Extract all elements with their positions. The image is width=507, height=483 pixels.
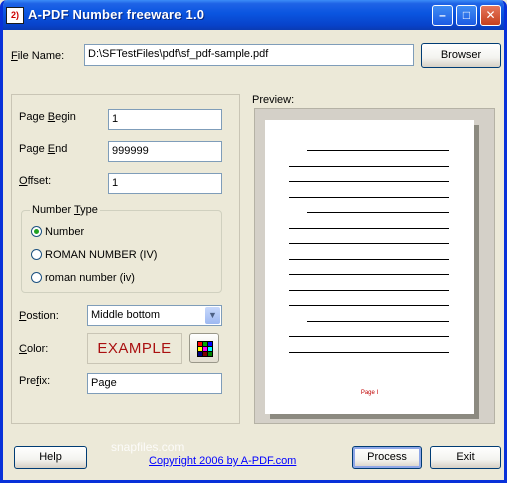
preview-text-line	[289, 196, 449, 198]
preview-page-number: Page I	[360, 390, 379, 396]
radio-roman-lower[interactable]	[31, 272, 42, 283]
page-end-label: Page End	[19, 143, 68, 155]
radio-number[interactable]	[31, 226, 42, 237]
preview-text-line	[289, 289, 449, 291]
color-example: EXAMPLE	[87, 333, 182, 364]
offset-label: Offset:	[19, 175, 52, 187]
preview-text-line	[289, 243, 449, 244]
preview-text-line	[289, 165, 449, 167]
window-title: A-PDF Number freeware 1.0	[28, 7, 205, 22]
palette-swatch	[203, 342, 207, 346]
palette-swatch	[208, 347, 212, 351]
file-name-input[interactable]: D:\SFTestFiles\pdf\sf_pdf-sample.pdf	[84, 44, 414, 66]
palette-swatch	[198, 347, 202, 351]
page-begin-label: Page Begin	[19, 111, 76, 123]
radio-roman-upper[interactable]	[31, 249, 42, 260]
chevron-down-icon[interactable]: ▼	[205, 307, 220, 324]
file-name-label: File Name:	[11, 50, 65, 62]
prefix-label: Prefix:	[19, 375, 51, 387]
preview-label: Preview:	[252, 94, 295, 106]
watermark-text: snapfiles.com	[111, 440, 185, 454]
offset-input[interactable]: 1	[108, 173, 222, 194]
minimize-button[interactable]: –	[432, 5, 453, 26]
preview-text-line	[289, 305, 449, 306]
palette-swatch	[203, 347, 207, 351]
palette-swatch	[208, 352, 212, 356]
app-window: 2) A-PDF Number freeware 1.0 – □ ✕ File …	[0, 0, 507, 483]
radio-number-label[interactable]: Number	[45, 226, 84, 238]
color-label: Color:	[19, 343, 49, 355]
preview-text-line	[289, 227, 449, 229]
process-button[interactable]: Process	[352, 446, 422, 469]
preview-text-line	[307, 212, 449, 213]
palette-swatch	[198, 342, 202, 346]
help-button[interactable]: Help	[14, 446, 87, 469]
preview-text-line	[289, 258, 449, 260]
maximize-button[interactable]: □	[456, 5, 477, 26]
preview-text-line	[289, 274, 449, 275]
preview-text-line	[289, 351, 449, 353]
position-select[interactable]: Middle bottom ▼	[87, 305, 222, 326]
preview-text-line	[307, 150, 449, 151]
position-label: Postion:	[19, 310, 59, 322]
palette-swatch	[208, 342, 212, 346]
page-begin-input[interactable]: 1	[108, 109, 222, 130]
preview-text-line	[289, 181, 449, 182]
radio-roman-upper-label[interactable]: ROMAN NUMBER (IV)	[45, 249, 157, 261]
preview-text-line	[307, 320, 449, 322]
exit-button[interactable]: Exit	[430, 446, 501, 469]
preview-text-line	[289, 336, 449, 337]
palette-swatch	[198, 352, 202, 356]
close-button[interactable]: ✕	[480, 5, 501, 26]
position-select-value: Middle bottom	[91, 309, 161, 321]
preview-page	[265, 120, 474, 414]
title-bar[interactable]: 2) A-PDF Number freeware 1.0 – □ ✕	[3, 0, 504, 30]
app-icon: 2)	[6, 7, 24, 24]
palette-icon	[197, 341, 213, 357]
palette-swatch	[203, 352, 207, 356]
color-picker-button[interactable]	[189, 333, 219, 363]
copyright-link[interactable]: Copyright 2006 by A-PDF.com	[149, 455, 296, 467]
radio-roman-lower-label[interactable]: roman number (iv)	[45, 272, 135, 284]
number-type-legend: Number Type	[30, 204, 100, 216]
browse-button[interactable]: Browser	[421, 43, 501, 68]
page-end-input[interactable]: 999999	[108, 141, 222, 162]
prefix-input[interactable]: Page	[87, 373, 222, 394]
